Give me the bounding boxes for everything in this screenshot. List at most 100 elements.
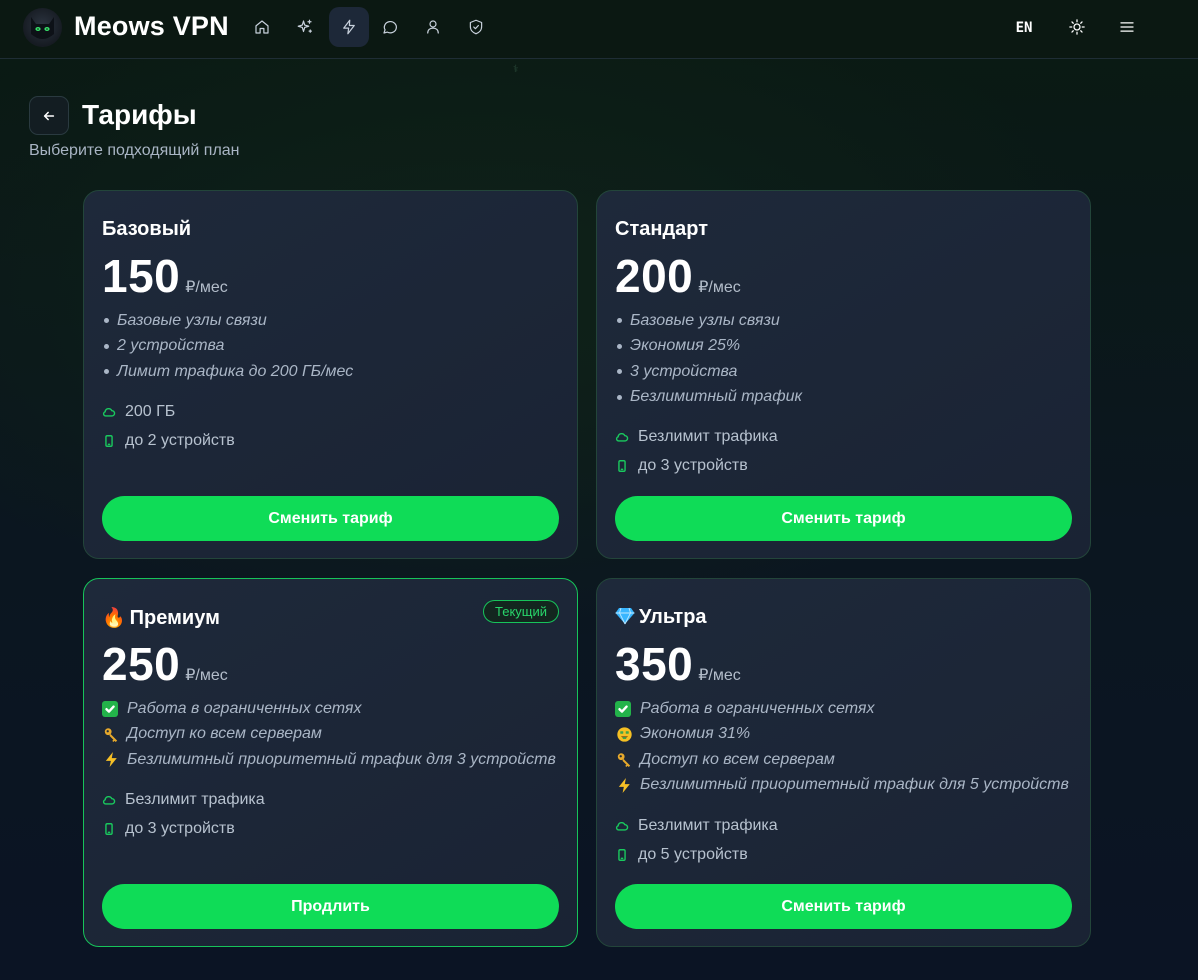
plan-meta: Безлимит трафика до 5 устройств <box>615 811 778 869</box>
page-title: Тарифы <box>82 99 197 130</box>
check-icon <box>615 700 631 717</box>
plan-price: 250 <box>102 638 181 690</box>
fire-icon: 🔥 <box>102 608 126 629</box>
list-item: Базовые узлы связи <box>615 308 802 334</box>
cloud-icon <box>615 821 629 831</box>
phone-icon <box>105 434 113 447</box>
feature-text: Базовые узлы связи <box>630 311 780 329</box>
list-item: 3 устройства <box>615 359 802 385</box>
feature-text: 2 устройства <box>117 337 225 355</box>
feature-text: Работа в ограниченных сетях <box>127 699 362 717</box>
devices-row: до 3 устройств <box>102 814 265 843</box>
shield-icon[interactable] <box>456 7 496 47</box>
plan-meta: Безлимит трафика до 3 устройств <box>102 785 265 843</box>
bolt-icon[interactable] <box>329 7 369 47</box>
user-icon[interactable] <box>413 7 453 47</box>
traffic-text: Безлимит трафика <box>638 427 778 445</box>
cloud-icon <box>102 795 116 805</box>
feature-text: Доступ ко всем серверам <box>640 750 835 768</box>
devices-row: до 5 устройств <box>615 840 778 869</box>
price-unit: ₽/мес <box>185 279 228 296</box>
traffic-row: Безлимит трафика <box>615 811 778 840</box>
traffic-row: Безлимит трафика <box>102 785 265 814</box>
price-unit: ₽/мес <box>698 667 741 684</box>
bolt-icon <box>615 776 633 794</box>
renew-button[interactable]: Продлить <box>102 884 559 929</box>
money-face-icon <box>615 725 633 743</box>
phone-icon <box>105 822 113 835</box>
gem-icon <box>615 607 635 629</box>
traffic-text: Безлимит трафика <box>638 816 778 834</box>
page-subtitle: Выберите подходящий план <box>29 142 240 159</box>
plan-card-premium: 🔥 Премиум Текущий 250 ₽/мес Работа в огр… <box>83 578 578 947</box>
traffic-text: Безлимит трафика <box>125 790 265 808</box>
list-item: Работа в ограниченных сетях <box>615 696 1069 722</box>
traffic-row: Безлимит трафика <box>615 422 778 451</box>
traffic-row: 200 ГБ <box>102 397 235 426</box>
language-toggle[interactable]: EN <box>1004 17 1044 39</box>
devices-text: до 3 устройств <box>125 819 235 837</box>
plan-meta: Безлимит трафика до 3 устройств <box>615 422 778 480</box>
brand-name[interactable]: Meows VPN <box>74 11 229 42</box>
sparkles-icon[interactable] <box>285 7 325 47</box>
devices-row: до 2 устройств <box>102 426 235 455</box>
price-unit: ₽/мес <box>185 667 228 684</box>
menu-icon[interactable] <box>1114 14 1140 40</box>
chat-icon[interactable] <box>370 7 410 47</box>
feature-text: Лимит трафика до 200 ГБ/мес <box>117 362 354 380</box>
feature-text: Доступ ко всем серверам <box>127 725 322 743</box>
decorative-mark-icon: ⚕ <box>513 64 519 75</box>
feature-text: Безлимитный трафик <box>630 388 803 406</box>
plan-meta: 200 ГБ до 2 устройств <box>102 397 235 455</box>
list-item: Доступ ко всем серверам <box>102 722 556 748</box>
cat-logo-icon[interactable] <box>23 8 62 47</box>
bullet-icon <box>617 394 622 400</box>
devices-row: до 3 устройств <box>615 451 778 480</box>
feature-text: Экономия 25% <box>630 337 741 355</box>
list-item: 2 устройства <box>102 334 353 360</box>
feature-text: Работа в ограниченных сетях <box>640 699 875 717</box>
change-plan-button[interactable]: Сменить тариф <box>615 496 1072 541</box>
bullet-icon <box>617 318 622 324</box>
back-button[interactable] <box>29 96 69 135</box>
list-item: Безлимитный приоритетный трафик для 3 ус… <box>102 747 556 773</box>
plan-name: Премиум <box>129 606 220 629</box>
change-plan-button[interactable]: Сменить тариф <box>102 496 559 541</box>
key-icon <box>102 725 120 743</box>
bullet-icon <box>104 318 109 324</box>
feature-text: Базовые узлы связи <box>117 311 267 329</box>
feature-list: Базовые узлы связи 2 устройства Лимит тр… <box>102 308 353 385</box>
plan-name-row: Ультра <box>615 606 707 629</box>
plan-name: Стандарт <box>615 218 709 240</box>
key-icon <box>615 751 633 769</box>
list-item: Экономия 25% <box>615 334 802 360</box>
feature-list: Работа в ограниченных сетях Экономия 31%… <box>615 696 1069 798</box>
feature-text: Безлимитный приоритетный трафик для 5 ус… <box>640 776 1069 794</box>
plan-price: 350 <box>615 638 694 690</box>
feature-list: Базовые узлы связи Экономия 25% 3 устрой… <box>615 308 802 410</box>
plan-card-standard: Стандарт 200 ₽/мес Базовые узлы связи Эк… <box>596 190 1091 559</box>
status-badge: Текущий <box>483 600 559 623</box>
feature-list: Работа в ограниченных сетях Доступ ко вс… <box>102 696 556 773</box>
price-row: 150 ₽/мес <box>102 249 228 303</box>
sun-icon[interactable] <box>1064 14 1090 40</box>
change-plan-button[interactable]: Сменить тариф <box>615 884 1072 929</box>
devices-text: до 5 устройств <box>638 845 748 863</box>
devices-text: до 3 устройств <box>638 456 748 474</box>
list-item: Экономия 31% <box>615 722 1069 748</box>
list-item: Безлимитный трафик <box>615 385 802 411</box>
plan-price: 150 <box>102 250 181 302</box>
plan-price: 200 <box>615 250 694 302</box>
check-icon <box>102 700 118 717</box>
price-row: 250 ₽/мес <box>102 637 228 691</box>
list-item: Базовые узлы связи <box>102 308 353 334</box>
feature-text: Экономия 31% <box>640 725 751 743</box>
home-icon[interactable] <box>242 7 282 47</box>
plan-card-ultra: Ультра 350 ₽/мес Работа в ограниченных с… <box>596 578 1091 947</box>
cloud-icon <box>615 432 629 442</box>
bullet-icon <box>617 343 622 349</box>
phone-icon <box>618 459 626 472</box>
price-row: 200 ₽/мес <box>615 249 741 303</box>
feature-text: 3 устройства <box>630 362 738 380</box>
feature-text: Безлимитный приоритетный трафик для 3 ус… <box>127 750 556 768</box>
